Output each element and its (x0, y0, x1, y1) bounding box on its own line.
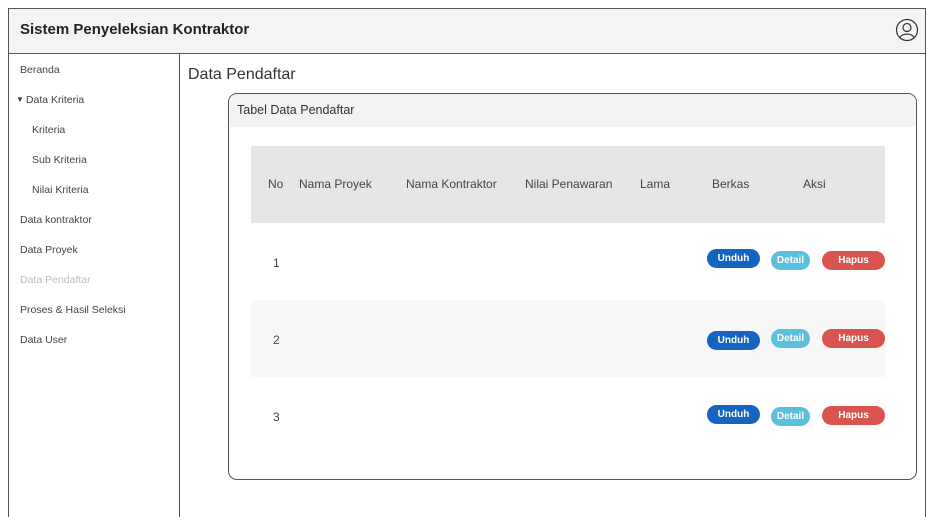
hapus-button[interactable]: Hapus (822, 251, 885, 270)
detail-button[interactable]: Detail (771, 407, 810, 426)
row-number: 2 (273, 333, 280, 347)
column-header-nama-proyek: Nama Proyek (299, 177, 372, 191)
detail-button[interactable]: Detail (771, 329, 810, 348)
sidebar-item-nilai-kriteria[interactable]: Nilai Kriteria (32, 184, 89, 196)
sidebar: Beranda ▼ Data Kriteria Kriteria Sub Krit… (9, 54, 180, 517)
column-header-berkas: Berkas (712, 177, 750, 191)
hapus-button[interactable]: Hapus (822, 329, 885, 348)
table-card: Tabel Data Pendaftar No Nama Proyek Nama… (228, 93, 917, 480)
sidebar-item-label: Data Kriteria (25, 94, 85, 106)
caret-down-icon: ▼ (16, 95, 24, 104)
sidebar-item-data-user[interactable]: Data User (20, 334, 67, 346)
detail-button[interactable]: Detail (771, 251, 810, 270)
row-number: 1 (273, 256, 280, 270)
user-circle-icon[interactable] (895, 18, 919, 42)
table-header: No Nama Proyek Nama Kontraktor Nilai Pen… (251, 146, 885, 223)
unduh-button[interactable]: Unduh (707, 331, 760, 350)
sidebar-item-beranda[interactable]: Beranda (20, 64, 60, 76)
table-row: 2 Unduh Detail Hapus (251, 300, 885, 377)
page-title: Data Pendaftar (188, 66, 296, 83)
column-header-lama: Lama (640, 177, 671, 191)
column-header-no: No (268, 177, 284, 191)
column-header-aksi: Aksi (803, 177, 826, 191)
column-header-nama-kontraktor: Nama Kontraktor (406, 177, 497, 191)
row-number: 3 (273, 410, 280, 424)
card-title: Tabel Data Pendaftar (237, 103, 355, 117)
table-row: 1 Unduh Detail Hapus (251, 223, 885, 300)
sidebar-item-proses-hasil-seleksi[interactable]: Proses & Hasil Seleksi (20, 304, 126, 316)
sidebar-item-data-kriteria[interactable]: ▼ Data Kriteria (16, 94, 84, 106)
unduh-button[interactable]: Unduh (707, 405, 760, 424)
table-row: 3 Unduh Detail Hapus (251, 377, 885, 454)
registrant-table: No Nama Proyek Nama Kontraktor Nilai Pen… (251, 146, 885, 454)
app-window: Sistem Penyeleksian Kontraktor Beranda ▼… (8, 8, 926, 517)
card-header: Tabel Data Pendaftar (229, 94, 916, 127)
sidebar-item-kriteria[interactable]: Kriteria (32, 124, 65, 136)
app-title: Sistem Penyeleksian Kontraktor (20, 21, 250, 38)
sidebar-item-data-proyek[interactable]: Data Proyek (20, 244, 78, 256)
column-header-nilai-penawaran: Nilai Penawaran (525, 177, 613, 191)
unduh-button[interactable]: Unduh (707, 249, 760, 268)
sidebar-item-data-kontraktor[interactable]: Data kontraktor (20, 214, 92, 226)
sidebar-item-sub-kriteria[interactable]: Sub Kriteria (32, 154, 87, 166)
hapus-button[interactable]: Hapus (822, 406, 885, 425)
main-content: Data Pendaftar Tabel Data Pendaftar No N… (180, 54, 925, 517)
sidebar-item-data-pendaftar[interactable]: Data Pendaftar (20, 274, 91, 286)
top-bar: Sistem Penyeleksian Kontraktor (9, 9, 925, 54)
